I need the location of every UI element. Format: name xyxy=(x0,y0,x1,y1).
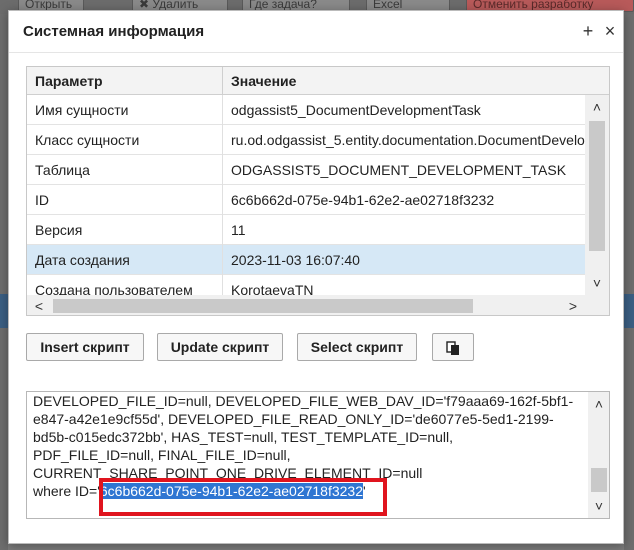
sql-line: e847-a42e1e9cf55d', DEVELOPED_FILE_READ_… xyxy=(33,411,554,427)
bg-selected-row xyxy=(624,294,634,328)
background-right-edge xyxy=(624,14,634,550)
table-cell-value: ODGASSIST5_DOCUMENT_DEVELOPMENT_TASK xyxy=(231,162,567,178)
copy-icon xyxy=(446,341,459,355)
table-row[interactable]: Таблица ODGASSIST5_DOCUMENT_DEVELOPMENT_… xyxy=(27,155,585,185)
bg-selected-row xyxy=(0,294,8,328)
insert-script-button[interactable]: Insert скрипт xyxy=(26,333,144,361)
table-cell-value: 2023-11-03 16:07:40 xyxy=(231,252,360,268)
table-cell-parameter: Таблица xyxy=(27,155,223,185)
background-left-edge xyxy=(0,14,8,550)
chevron-right-icon[interactable]: ˃ xyxy=(561,296,585,315)
selected-id-text: 6c6b662d-075e-94b1-62e2-ae02718f3232 xyxy=(99,483,363,499)
scrollbar-corner xyxy=(585,295,609,315)
sql-line: DEVELOPED_FILE_ID=null, DEVELOPED_FILE_W… xyxy=(33,393,574,409)
sql-script-textarea[interactable]: DEVELOPED_FILE_ID=null, DEVELOPED_FILE_W… xyxy=(26,391,610,519)
table-row[interactable]: ID 6c6b662d-075e-94b1-62e2-ae02718f3232 xyxy=(27,185,585,215)
properties-table: Параметр Значение Имя сущности odgassist… xyxy=(26,66,610,316)
chevron-down-icon[interactable]: ˅ xyxy=(587,496,609,516)
table-cell-value: KorotaevaTN xyxy=(231,282,314,295)
copy-button[interactable] xyxy=(432,333,474,361)
table-row[interactable]: Класс сущности ru.od.odgassist_5.entity.… xyxy=(27,125,585,155)
close-icon[interactable]: × xyxy=(601,21,619,41)
chevron-left-icon[interactable]: ˂ xyxy=(27,296,51,315)
table-row-selected[interactable]: Дата создания 2023-11-03 16:07:40 xyxy=(27,245,585,275)
table-cell-parameter: Дата создания xyxy=(27,245,223,275)
scrollbar-thumb[interactable] xyxy=(53,299,473,313)
table-cell-parameter: Класс сущности xyxy=(27,125,223,155)
table-row[interactable]: Версия 11 xyxy=(27,215,585,245)
table-cell-parameter: Создана пользователем xyxy=(27,275,223,295)
table-row[interactable]: Создана пользователем KorotaevaTN xyxy=(27,275,585,295)
table-vertical-scrollbar[interactable]: ˄ ˅ xyxy=(585,95,609,295)
scrollbar-thumb[interactable] xyxy=(589,121,605,251)
where-suffix: ' xyxy=(363,483,366,499)
where-prefix: where ID=' xyxy=(33,483,100,499)
maximize-icon[interactable]: + xyxy=(579,21,597,41)
table-cell-value: ru.od.odgassist_5.entity.documentation.D… xyxy=(231,132,585,148)
scrollbar-thumb[interactable] xyxy=(591,468,607,492)
sql-vertical-scrollbar[interactable]: ˄ ˅ xyxy=(587,392,609,518)
dialog-header: Системная информация + × xyxy=(9,11,623,53)
chevron-up-icon[interactable]: ˄ xyxy=(585,97,609,117)
column-header-value[interactable]: Значение xyxy=(223,67,585,95)
sql-line: CURRENT_SHARE_POINT_ONE_DRIVE_ELEMENT_ID… xyxy=(33,465,423,481)
table-cell-parameter: ID xyxy=(27,185,223,215)
table-header: Параметр Значение xyxy=(27,67,609,95)
chevron-down-icon[interactable]: ˅ xyxy=(585,273,609,293)
table-cell-value: 11 xyxy=(231,222,246,238)
sql-where-line: where ID='6c6b662d-075e-94b1-62e2-ae0271… xyxy=(33,482,583,500)
sql-line: bd5b-c015edc372bb', HAS_TEST=null, TEST_… xyxy=(33,429,454,445)
table-horizontal-scrollbar[interactable]: ˂ ˃ xyxy=(27,295,585,315)
select-script-button[interactable]: Select скрипт xyxy=(297,333,417,361)
update-script-button[interactable]: Update скрипт xyxy=(157,333,283,361)
sql-script-text: DEVELOPED_FILE_ID=null, DEVELOPED_FILE_W… xyxy=(33,392,583,500)
column-header-parameter[interactable]: Параметр xyxy=(27,67,223,95)
table-body: Имя сущности odgassist5_DocumentDevelopm… xyxy=(27,95,585,295)
sql-line: PDF_FILE_ID=null, FINAL_FILE_ID=null, xyxy=(33,447,291,463)
table-cell-parameter: Имя сущности xyxy=(27,95,223,125)
chevron-up-icon[interactable]: ˄ xyxy=(587,394,609,414)
table-cell-parameter: Версия xyxy=(27,215,223,245)
table-cell-value: odgassist5_DocumentDevelopmentTask xyxy=(231,102,481,118)
system-info-dialog: Системная информация + × Параметр Значен… xyxy=(8,10,624,544)
table-cell-value: 6c6b662d-075e-94b1-62e2-ae02718f3232 xyxy=(231,192,495,208)
dialog-title: Системная информация xyxy=(23,23,205,40)
table-row[interactable]: Имя сущности odgassist5_DocumentDevelopm… xyxy=(27,95,585,125)
